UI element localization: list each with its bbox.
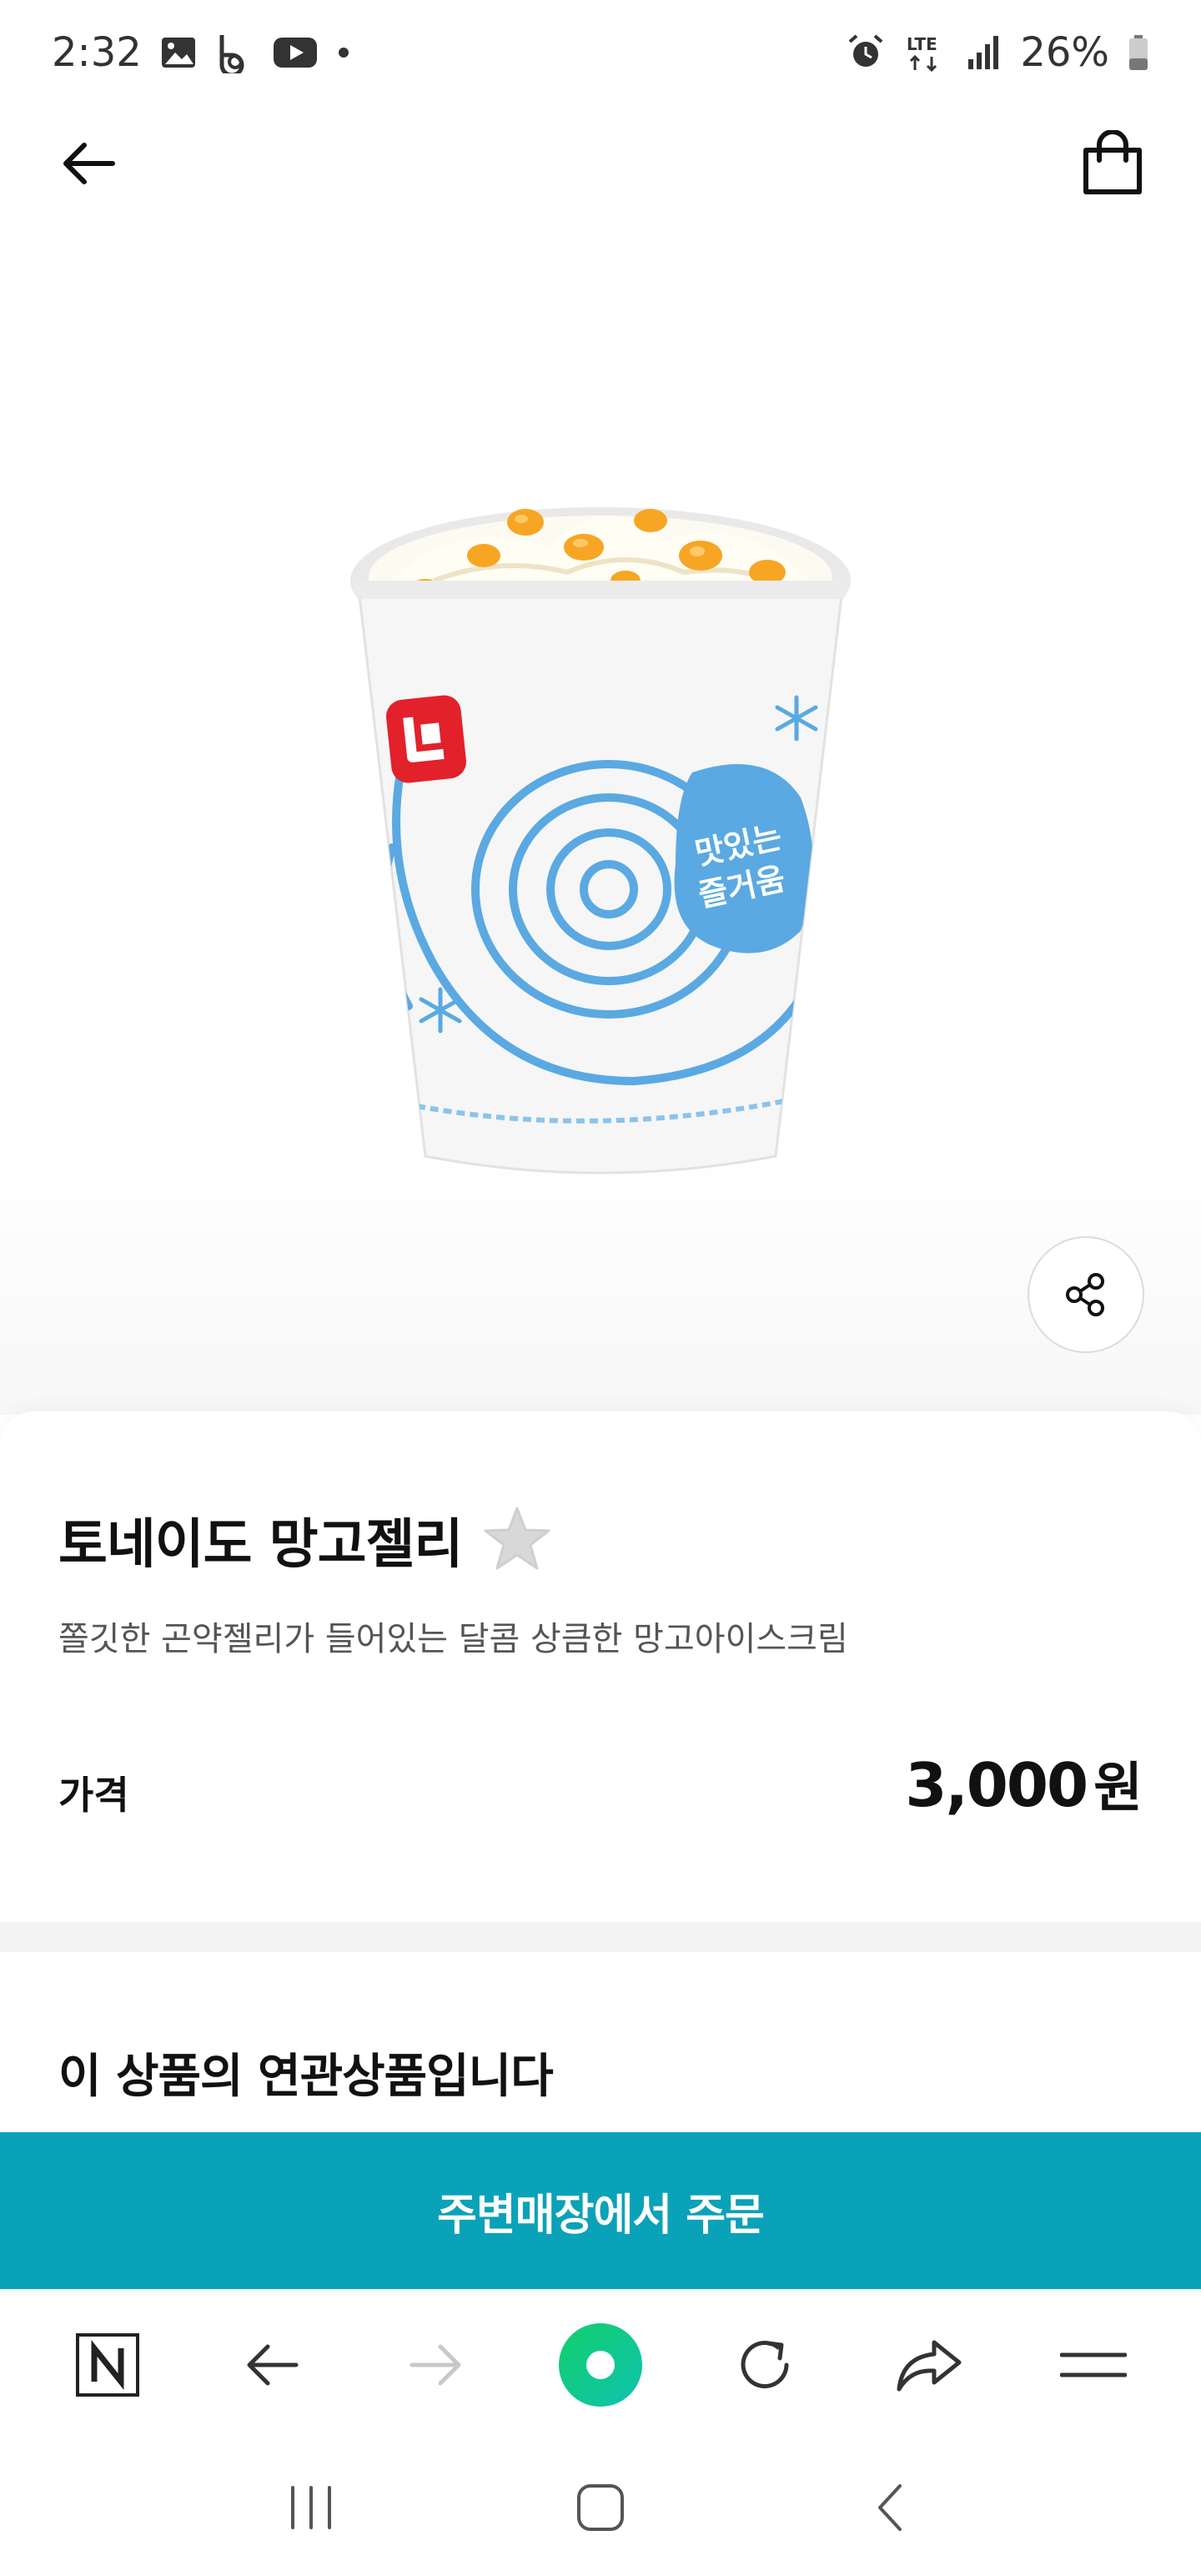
price-row: 3,000 원 bbox=[905, 1745, 1143, 1822]
naver-home-button[interactable] bbox=[58, 2315, 158, 2415]
browser-menu-button[interactable] bbox=[1043, 2315, 1143, 2415]
product-info-card: 토네이도 망고젤리 쫄깃한 곤약젤리가 들어있는 달콤 상큼한 망고아이스크림 … bbox=[0, 1411, 1201, 1922]
status-right: LTE 26% bbox=[847, 29, 1149, 76]
home-icon bbox=[576, 2484, 624, 2531]
product-title: 토네이도 망고젤리 bbox=[58, 1514, 463, 1576]
status-bar: 2:32 LTE 26% bbox=[0, 0, 1201, 105]
back-arrow-icon bbox=[247, 2344, 299, 2386]
home-button[interactable] bbox=[550, 2458, 651, 2558]
share-arrow-icon bbox=[897, 2340, 962, 2392]
green-dot-icon bbox=[558, 2323, 642, 2407]
title-row: 토네이도 망고젤리 bbox=[58, 1502, 552, 1578]
price-value: 3,000 bbox=[905, 1750, 1088, 1820]
refresh-icon bbox=[741, 2341, 789, 2388]
status-left: 2:32 bbox=[52, 29, 350, 76]
related-products-title: 이 상품의 연관상품입니다 bbox=[58, 2050, 554, 2104]
browser-forward-button[interactable] bbox=[386, 2315, 486, 2415]
browser-back-button[interactable] bbox=[222, 2315, 322, 2415]
b-app-icon bbox=[215, 32, 254, 73]
menu-icon bbox=[1060, 2352, 1128, 2377]
top-nav bbox=[0, 105, 1201, 222]
alarm-icon bbox=[847, 33, 885, 72]
lte-icon: LTE bbox=[903, 32, 947, 73]
forward-arrow-icon bbox=[410, 2344, 461, 2386]
star-icon bbox=[484, 1507, 550, 1570]
naver-icon bbox=[75, 2333, 139, 2397]
battery-icon bbox=[1128, 33, 1149, 72]
section-divider bbox=[0, 1922, 1201, 1952]
recent-apps-button[interactable] bbox=[261, 2458, 361, 2558]
price-currency: 원 bbox=[1093, 1758, 1143, 1819]
gallery-icon bbox=[160, 36, 197, 69]
refresh-button[interactable] bbox=[715, 2315, 815, 2415]
status-time: 2:32 bbox=[52, 29, 142, 76]
price-label: 가격 bbox=[58, 1773, 129, 1818]
product-hero: 맛있는 즐거움 맛있는 즐거움 bbox=[0, 222, 1201, 1415]
share-page-button[interactable] bbox=[879, 2315, 979, 2415]
back-button[interactable] bbox=[52, 127, 125, 200]
cart-button[interactable] bbox=[1076, 127, 1149, 200]
share-button[interactable] bbox=[1028, 1236, 1144, 1353]
svg-text:LTE: LTE bbox=[907, 34, 937, 54]
product-image: 맛있는 즐거움 맛있는 즐거움 bbox=[334, 497, 867, 1215]
system-navigation bbox=[0, 2439, 1201, 2576]
recent-apps-icon bbox=[291, 2486, 332, 2529]
order-nearby-button[interactable]: 주변매장에서 주문 bbox=[0, 2132, 1201, 2289]
signal-icon bbox=[965, 34, 1002, 71]
green-dot-button[interactable] bbox=[550, 2315, 651, 2415]
product-description: 쫄깃한 곤약젤리가 들어있는 달콤 상큼한 망고아이스크림 bbox=[58, 1620, 848, 1658]
youtube-icon bbox=[272, 36, 319, 69]
system-back-button[interactable] bbox=[840, 2458, 940, 2558]
share-icon bbox=[1066, 1273, 1104, 1316]
dot-icon bbox=[337, 46, 350, 59]
arrow-left-icon bbox=[63, 143, 115, 184]
favorite-button[interactable] bbox=[482, 1505, 552, 1575]
shopping-bag-icon bbox=[1083, 130, 1142, 194]
browser-toolbar bbox=[0, 2289, 1201, 2439]
back-icon bbox=[877, 2484, 902, 2531]
battery-percent: 26% bbox=[1020, 29, 1109, 76]
